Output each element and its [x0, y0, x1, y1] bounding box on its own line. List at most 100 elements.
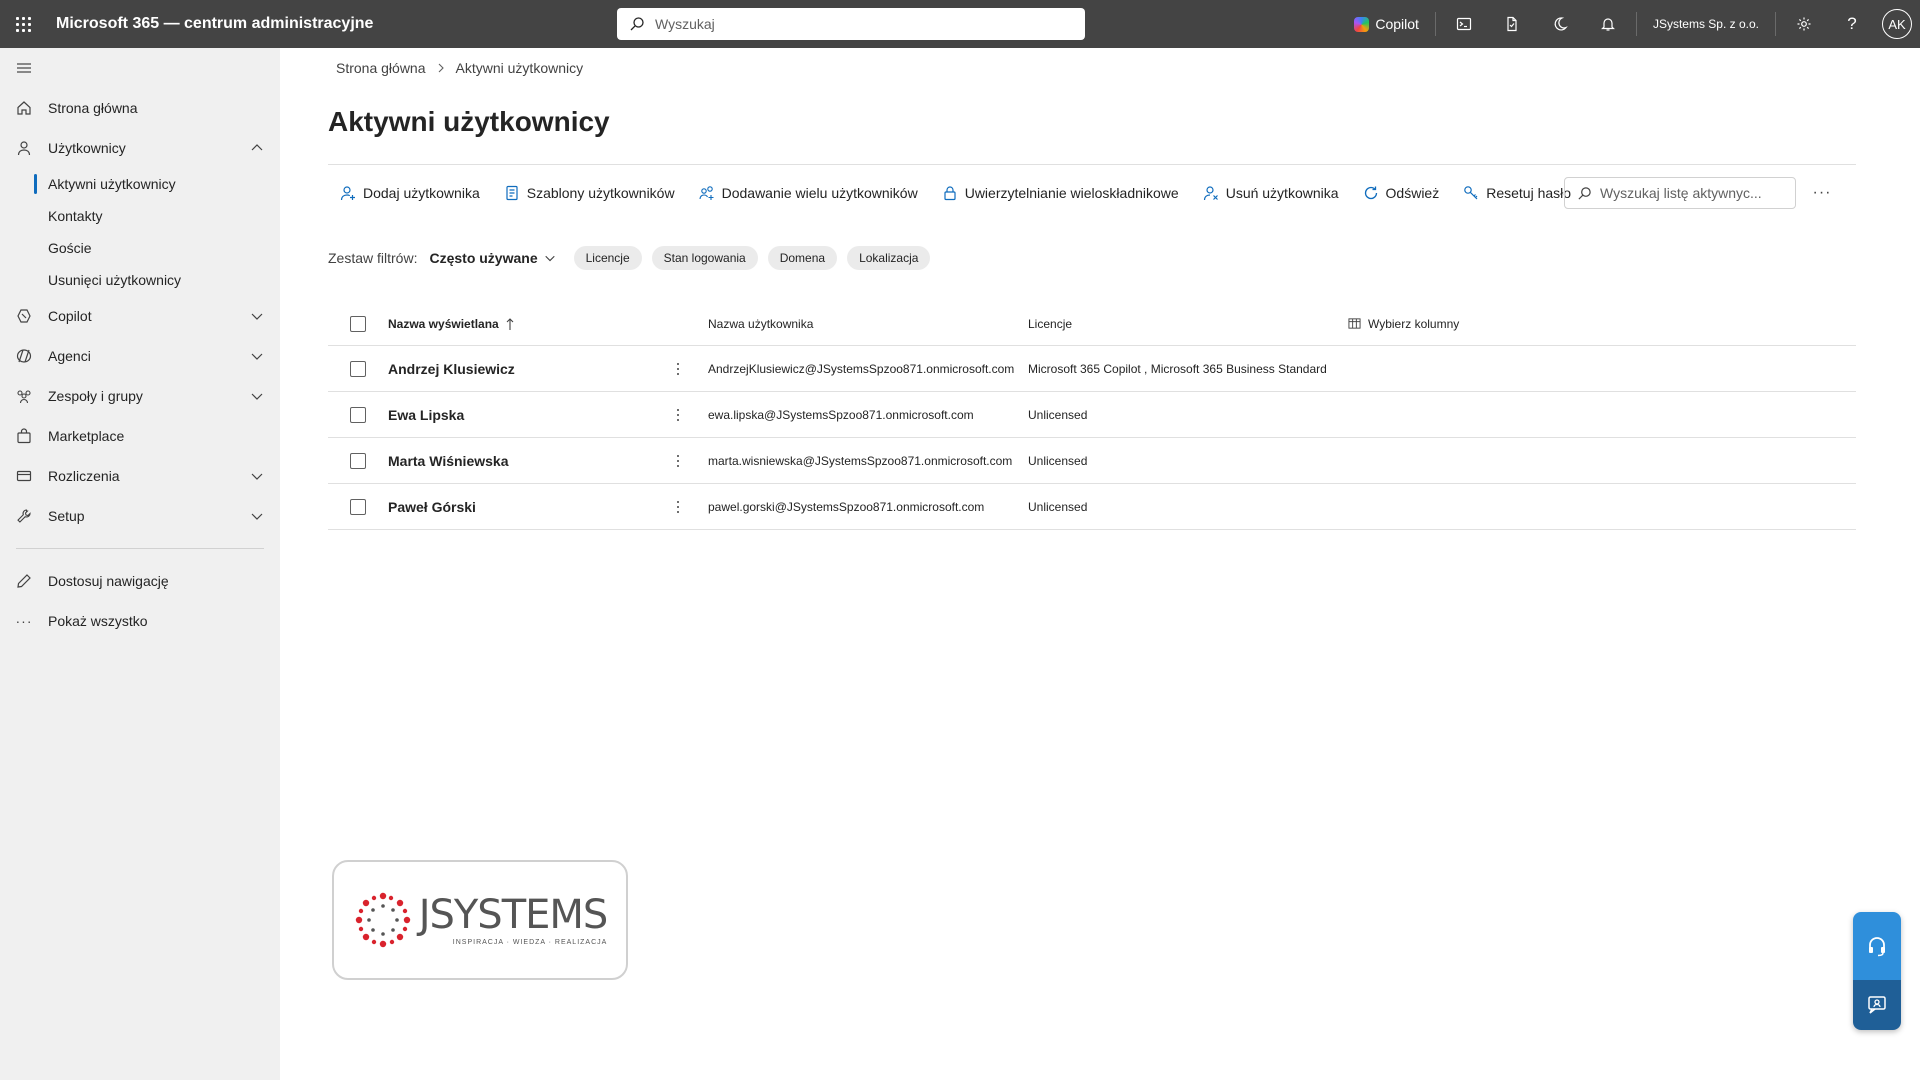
- users-table: Nazwa wyświetlana Nazwa użytkownika Lice…: [328, 302, 1856, 530]
- user-licenses: Unlicensed: [1028, 499, 1088, 514]
- user-username: marta.wisniewska@JSystemsSpzoo871.onmicr…: [708, 453, 1013, 468]
- dark-mode-button[interactable]: [1536, 0, 1584, 48]
- sidebar-item-agents[interactable]: Agenci: [0, 336, 280, 376]
- sidebar-item-teams-groups[interactable]: Zespoły i grupy: [0, 376, 280, 416]
- table-row[interactable]: Ewa Lipska ewa.lipska@JSystemsSpzoo871.o…: [328, 392, 1856, 438]
- sidebar-item-show-all[interactable]: ··· Pokaż wszystko: [0, 601, 280, 641]
- row-checkbox[interactable]: [350, 452, 366, 469]
- list-search[interactable]: [1564, 177, 1796, 209]
- sidebar-subitem-guests[interactable]: Goście: [0, 232, 280, 264]
- row-more-button[interactable]: [648, 500, 708, 513]
- help-button[interactable]: ?: [1828, 0, 1876, 48]
- sidebar-divider: [16, 548, 264, 549]
- sidebar-item-setup[interactable]: Setup: [0, 496, 280, 536]
- avatar[interactable]: AK: [1882, 9, 1912, 39]
- app-launcher-button[interactable]: [0, 0, 46, 48]
- columns-icon: [1348, 318, 1361, 329]
- sidebar-item-customize-nav[interactable]: Dostosuj nawigację: [0, 561, 280, 601]
- filter-pill-licenses[interactable]: Licencje: [573, 246, 642, 270]
- user-display-name[interactable]: Paweł Górski: [388, 499, 648, 515]
- row-more-button[interactable]: [648, 408, 708, 421]
- sidebar-subitem-deleted-users[interactable]: Usunięci użytkownicy: [0, 264, 280, 296]
- table-header: Nazwa wyświetlana Nazwa użytkownika Lice…: [328, 302, 1856, 346]
- filter-pill-sign-in-status[interactable]: Stan logowania: [651, 246, 758, 270]
- filter-set-dropdown[interactable]: Często używane: [429, 250, 555, 266]
- settings-button[interactable]: [1780, 0, 1828, 48]
- jsystems-logo: JSYSTEMS INSPIRACJA · WIEDZA · REALIZACJ…: [332, 860, 628, 980]
- add-user-button[interactable]: Dodaj użytkownika: [328, 175, 492, 211]
- sidebar-subitem-active-users[interactable]: Aktywni użytkownicy: [0, 168, 280, 200]
- user-display-name[interactable]: Andrzej Klusiewicz: [388, 361, 648, 377]
- sidebar-subitem-contacts[interactable]: Kontakty: [0, 200, 280, 232]
- breadcrumb-current: Aktywni użytkownicy: [455, 60, 584, 76]
- mfa-label: Uwierzytelnianie wieloskładnikowe: [964, 184, 1179, 201]
- terminal-button[interactable]: [1440, 0, 1488, 48]
- search-icon: [630, 17, 644, 31]
- sidebar-item-label: Agenci: [48, 348, 91, 364]
- user-templates-button[interactable]: Szablony użytkowników: [492, 175, 687, 211]
- user-licenses: Unlicensed: [1028, 407, 1088, 422]
- headset-icon: [1869, 937, 1885, 957]
- breadcrumb-home-link[interactable]: Strona główna: [336, 60, 426, 76]
- sidebar-item-label: Zespoły i grupy: [48, 388, 143, 404]
- column-header-licenses[interactable]: Licencje: [1028, 317, 1348, 331]
- sidebar-item-marketplace[interactable]: Marketplace: [0, 416, 280, 456]
- list-search-input[interactable]: [1600, 185, 1790, 201]
- sidebar-item-users[interactable]: Użytkownicy: [0, 128, 280, 168]
- bulk-add-users-label: Dodawanie wielu użytkowników: [721, 184, 918, 201]
- lock-icon: [944, 185, 956, 200]
- filter-pill-location[interactable]: Lokalizacja: [847, 246, 931, 270]
- sidebar-item-home[interactable]: Strona główna: [0, 88, 280, 128]
- choose-columns-button[interactable]: Wybierz kolumny: [1348, 317, 1459, 331]
- hamburger-icon: [17, 63, 31, 73]
- divider: [1635, 12, 1637, 36]
- app-title[interactable]: Microsoft 365 — centrum administracyjne: [56, 15, 373, 33]
- chevron-down-icon: [251, 513, 263, 520]
- filter-bar: Zestaw filtrów: Często używane Licencje …: [328, 246, 940, 270]
- table-row[interactable]: Paweł Górski pawel.gorski@JSystemsSpzoo8…: [328, 484, 1856, 530]
- document-button[interactable]: [1488, 0, 1536, 48]
- delete-user-button[interactable]: Usuń użytkownika: [1191, 175, 1351, 211]
- table-row[interactable]: Marta Wiśniewska marta.wisniewska@JSyste…: [328, 438, 1856, 484]
- row-checkbox[interactable]: [350, 360, 366, 377]
- refresh-button[interactable]: Odśwież: [1351, 175, 1452, 211]
- column-header-username[interactable]: Nazwa użytkownika: [708, 317, 1028, 331]
- choose-columns-label: Wybierz kolumny: [1368, 316, 1460, 331]
- feedback-button[interactable]: [1853, 980, 1901, 1030]
- more-actions-button[interactable]: ···: [1806, 177, 1838, 209]
- global-search[interactable]: [617, 8, 1085, 40]
- copilot-label: Copilot: [1375, 16, 1419, 32]
- column-header-display-name[interactable]: Nazwa wyświetlana: [388, 317, 648, 331]
- bulk-add-users-button[interactable]: Dodawanie wielu użytkowników: [687, 175, 930, 211]
- row-more-button[interactable]: [648, 454, 708, 467]
- row-checkbox[interactable]: [350, 498, 366, 515]
- global-search-input[interactable]: [655, 16, 1055, 32]
- divider: [1775, 12, 1776, 36]
- select-all-checkbox[interactable]: [350, 315, 366, 332]
- sidebar-item-label: Dostosuj nawigację: [48, 573, 169, 589]
- row-checkbox[interactable]: [350, 406, 366, 423]
- sort-ascending-icon: [506, 317, 514, 330]
- sidebar-item-billing[interactable]: Rozliczenia: [0, 456, 280, 496]
- notifications-button[interactable]: [1584, 0, 1632, 48]
- nav-collapse-button[interactable]: [0, 48, 280, 88]
- user-licenses: Unlicensed: [1028, 453, 1088, 468]
- sidebar-item-label: Użytkownicy: [48, 140, 126, 156]
- more-vertical-icon: [677, 408, 679, 421]
- tenant-name[interactable]: JSystems Sp. z o.o.: [1641, 17, 1771, 31]
- user-username: pawel.gorski@JSystemsSpzoo871.onmicrosof…: [708, 499, 985, 514]
- refresh-label: Odśwież: [1385, 184, 1440, 201]
- chevron-down-icon: [251, 473, 263, 480]
- sidebar-item-copilot[interactable]: Copilot: [0, 296, 280, 336]
- mfa-button[interactable]: Uwierzytelnianie wieloskładnikowe: [930, 175, 1191, 211]
- support-button[interactable]: [1853, 912, 1901, 980]
- user-display-name[interactable]: Marta Wiśniewska: [388, 453, 648, 469]
- table-row[interactable]: Andrzej Klusiewicz AndrzejKlusiewicz@JSy…: [328, 346, 1856, 392]
- user-display-name[interactable]: Ewa Lipska: [388, 407, 648, 423]
- person-delete-icon: [1203, 185, 1218, 200]
- copilot-button[interactable]: Copilot: [1342, 0, 1431, 48]
- row-more-button[interactable]: [648, 362, 708, 375]
- chevron-right-icon: [438, 63, 444, 73]
- filter-pill-domain[interactable]: Domena: [767, 246, 838, 270]
- chevron-down-icon: [251, 313, 263, 320]
